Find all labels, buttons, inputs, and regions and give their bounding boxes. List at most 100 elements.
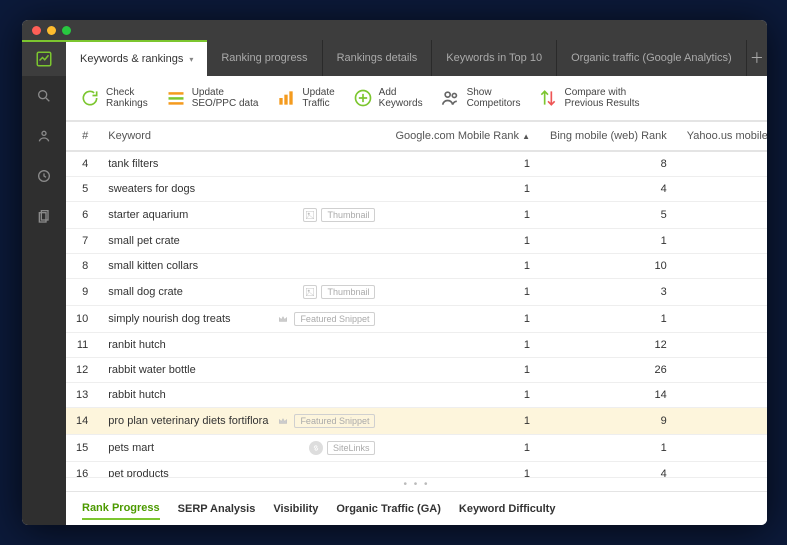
table-row[interactable]: 7small pet crate111190 [66,229,767,254]
sidebar-item-search[interactable] [22,76,66,116]
cell-number: 10 [66,306,98,333]
cell-number: 7 [66,229,98,254]
cell-number: 5 [66,177,98,202]
close-window[interactable] [32,26,41,35]
cell-number: 6 [66,202,98,229]
bottom-tab-organic-traffic[interactable]: Organic Traffic (GA) [336,499,441,519]
sidebar-item-target[interactable] [22,156,66,196]
image-icon [303,208,317,222]
cell-yahoo-rank: 4 [677,254,767,279]
badge-featured-snippet: Featured Snippet [294,414,375,428]
table-row[interactable]: 12rabbit water bottle12614980 [66,358,767,383]
table-row[interactable]: 6starter aquariumThumbnail152130 [66,202,767,229]
image-icon [303,285,317,299]
table-row[interactable]: 10simply nourish dog treatsFeatured Snip… [66,306,767,333]
badge-thumbnail: Thumbnail [321,285,375,299]
cell-number: 13 [66,383,98,408]
cell-number: 11 [66,333,98,358]
cell-bing-rank: 5 [540,202,677,229]
tab-label: Organic traffic (Google Analytics) [571,52,732,64]
rankings-table: # Keyword Google.com Mobile Rank ▲ Bing … [66,122,767,477]
cell-number: 9 [66,279,98,306]
table-row[interactable]: 8small kitten collars1104140 [66,254,767,279]
badge-featured-snippet: Featured Snippet [294,312,375,326]
cell-number: 12 [66,358,98,383]
col-google[interactable]: Google.com Mobile Rank ▲ [385,122,540,151]
users-icon [441,88,461,108]
cell-bing-rank: 4 [540,462,677,478]
compare-icon [538,88,558,108]
col-number[interactable]: # [66,122,98,151]
cell-keyword: small dog crateThumbnail [98,279,385,306]
tab-label: Ranking progress [221,52,307,64]
main-tabs: Keywords & rankings ▾ Ranking progress R… [66,40,767,76]
cell-google-rank: 1 [385,177,540,202]
cell-google-rank: 1 [385,151,540,177]
cell-bing-rank: 1 [540,229,677,254]
tab-add-button[interactable]: ＋ [747,40,767,76]
table-row[interactable]: 16pet products1461,750 [66,462,767,478]
plus-circle-icon [353,88,373,108]
bottom-tab-visibility[interactable]: Visibility [273,499,318,519]
tab-rankings-details[interactable]: Rankings details [323,40,433,76]
cell-google-rank: 1 [385,202,540,229]
bottom-tab-rank-progress[interactable]: Rank Progress [82,498,160,520]
cell-google-rank: 1 [385,229,540,254]
cell-yahoo-rank: 14 [677,358,767,383]
minimize-window[interactable] [47,26,56,35]
cell-bing-rank: 10 [540,254,677,279]
update-seo-button[interactable]: UpdateSEO/PPC data [166,87,259,109]
tab-organic-traffic[interactable]: Organic traffic (Google Analytics) [557,40,747,76]
chart-line-icon [35,50,53,68]
cell-bing-rank: 26 [540,358,677,383]
cell-number: 16 [66,462,98,478]
bottom-tab-keyword-difficulty[interactable]: Keyword Difficulty [459,499,556,519]
cell-yahoo-rank: 2 [677,383,767,408]
tab-keywords-top10[interactable]: Keywords in Top 10 [432,40,557,76]
table-row[interactable]: 9small dog crateThumbnail13316,360 [66,279,767,306]
cell-number: 14 [66,408,98,435]
badge-thumbnail: Thumbnail [321,208,375,222]
cell-google-rank: 1 [385,383,540,408]
col-yahoo[interactable]: Yahoo.us mobile (Web) ... [677,122,767,151]
cell-keyword: rabbit water bottle [98,358,385,383]
cell-keyword: ranbit hutch [98,333,385,358]
bottom-tab-serp-analysis[interactable]: SERP Analysis [178,499,256,519]
tab-ranking-progress[interactable]: Ranking progress [207,40,322,76]
cell-bing-rank: 1 [540,435,677,462]
tab-keywords-rankings[interactable]: Keywords & rankings ▾ [66,40,207,76]
update-traffic-button[interactable]: UpdateTraffic [276,87,334,109]
table-row[interactable]: 13rabbit hutch114218,360 [66,383,767,408]
check-rankings-button[interactable]: CheckRankings [80,87,148,109]
list-icon [166,88,186,108]
panel-resize-handle[interactable]: • • • [66,477,767,491]
crown-icon [276,414,290,428]
cell-keyword: simply nourish dog treatsFeatured Snippe… [98,306,385,333]
sort-asc-icon: ▲ [522,132,530,141]
sidebar-item-rankings[interactable] [22,40,66,76]
bar-chart-icon [276,88,296,108]
cell-bing-rank: 12 [540,333,677,358]
col-keyword[interactable]: Keyword [98,122,385,151]
cell-yahoo-rank: 6 [677,462,767,478]
table-row[interactable]: 15pets martSiteLinks1111,030,020 [66,435,767,462]
sidebar-item-copy[interactable] [22,196,66,236]
cell-bing-rank: 14 [540,383,677,408]
table-row[interactable]: 5sweaters for dogs1424,780 [66,177,767,202]
show-competitors-button[interactable]: ShowCompetitors [441,87,521,109]
col-bing[interactable]: Bing mobile (web) Rank [540,122,677,151]
tab-label: Rankings details [337,52,418,64]
compare-previous-button[interactable]: Compare withPrevious Results [538,87,639,109]
crown-icon [276,312,290,326]
add-keywords-button[interactable]: AddKeywords [353,87,423,109]
table-scroll[interactable]: # Keyword Google.com Mobile Rank ▲ Bing … [66,122,767,477]
cell-bing-rank: 1 [540,306,677,333]
sidebar-item-profile[interactable] [22,116,66,156]
cell-yahoo-rank: 3 [677,279,767,306]
table-row[interactable]: 14pro plan veterinary diets fortifloraFe… [66,408,767,435]
table-row[interactable]: 4tank filters1851,060 [66,151,767,177]
cell-bing-rank: 9 [540,408,677,435]
table-row[interactable]: 11ranbit hutch1122140 [66,333,767,358]
cell-keyword: pet products [98,462,385,478]
maximize-window[interactable] [62,26,71,35]
